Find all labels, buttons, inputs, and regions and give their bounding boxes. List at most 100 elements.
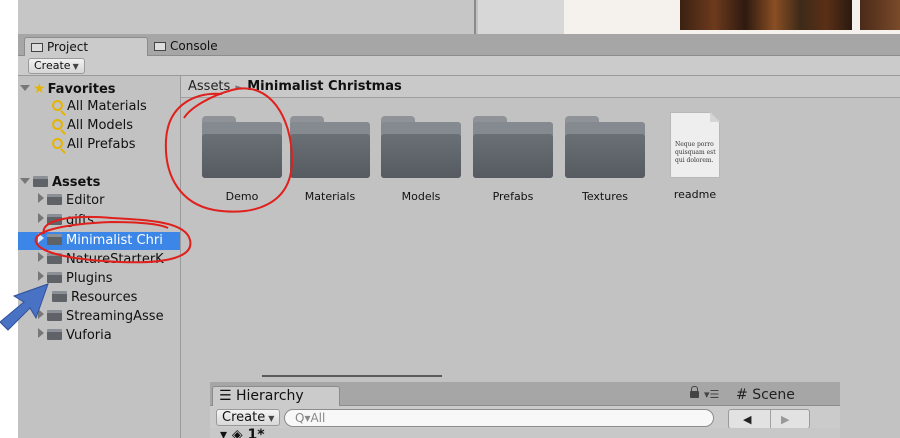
- expand-triangle-icon[interactable]: [20, 85, 30, 91]
- grid-icon: #: [736, 387, 753, 403]
- folder-icon: [202, 116, 282, 178]
- hierarchy-tab-bar: ☰ Hierarchy ▾☰ # Scene: [210, 382, 840, 406]
- favorite-item-label: All Prefabs: [67, 137, 136, 152]
- tree-item-label: NatureStarterK: [66, 252, 164, 267]
- hierarchy-search-input[interactable]: Q▾All: [284, 409, 714, 427]
- tab-project-label: Project: [47, 40, 89, 54]
- tree-item-label: gifts: [66, 213, 95, 228]
- tree-item-minimalist-christmas[interactable]: Minimalist Chri: [18, 232, 180, 250]
- tab-project[interactable]: Project: [24, 37, 148, 56]
- breadcrumb-separator-icon: ►: [235, 83, 243, 93]
- scene-toolbar-left: [18, 0, 476, 34]
- tab-scene-label: Scene: [752, 387, 795, 403]
- panel-divider: [262, 375, 442, 377]
- tree-item-label: Vuforia: [66, 328, 112, 343]
- expand-triangle-icon[interactable]: [38, 309, 44, 319]
- scene-view-strip: [18, 0, 900, 34]
- tree-item-plugins[interactable]: Plugins: [38, 270, 113, 288]
- console-icon: [154, 42, 166, 51]
- tab-scene[interactable]: # Scene: [728, 386, 838, 406]
- unity-icon: ◈: [231, 428, 248, 438]
- folder-icon: [381, 116, 461, 178]
- game-preview: [680, 0, 852, 30]
- asset-folder-demo[interactable]: Demo: [197, 116, 287, 203]
- expand-triangle-icon[interactable]: [38, 213, 44, 223]
- folder-icon: [47, 234, 62, 245]
- favorites-header[interactable]: ★ Favorites: [20, 80, 116, 98]
- hierarchy-scene-row[interactable]: ▾ ◈ 1*: [210, 428, 840, 438]
- expand-triangle-icon[interactable]: [20, 178, 30, 184]
- folder-icon: [31, 43, 43, 52]
- expand-triangle-icon[interactable]: [38, 193, 44, 203]
- folder-icon: [473, 116, 553, 178]
- tab-console-label: Console: [170, 39, 218, 53]
- readme-preview-text: Neque porro quisquam est qui dolorem.: [675, 141, 716, 164]
- scene-toolbar-mid: [478, 0, 564, 34]
- tree-item-vuforia[interactable]: Vuforia: [38, 327, 112, 345]
- folder-icon: [47, 194, 62, 205]
- arrow-left-icon[interactable]: ◀: [743, 413, 751, 426]
- asset-folder-models[interactable]: Models: [376, 116, 466, 203]
- breadcrumb-current: Minimalist Christmas: [247, 79, 402, 94]
- expand-triangle-icon[interactable]: [38, 233, 44, 243]
- tree-item-editor[interactable]: Editor: [38, 192, 104, 210]
- assets-title: Assets: [52, 175, 101, 190]
- expand-triangle-icon[interactable]: [38, 271, 44, 281]
- asset-label: Materials: [304, 190, 356, 203]
- folder-icon: [52, 291, 67, 302]
- asset-file-readme[interactable]: Neque porro quisquam est qui dolorem. re…: [650, 112, 740, 201]
- project-toolbar: Create ▼: [18, 56, 900, 76]
- list-icon: ☰: [219, 388, 237, 404]
- folder-icon: [47, 329, 62, 340]
- hierarchy-create-button[interactable]: Create ▼: [216, 409, 281, 426]
- project-tree: ★ Favorites All Materials All Models All …: [18, 76, 181, 438]
- hierarchy-create-label: Create: [222, 410, 266, 425]
- asset-label: Textures: [582, 190, 628, 203]
- tab-console[interactable]: Console: [148, 37, 248, 56]
- search-icon: [52, 119, 63, 130]
- breadcrumb-root[interactable]: Assets: [188, 79, 230, 94]
- favorite-item[interactable]: All Prefabs: [52, 136, 136, 154]
- asset-folder-prefabs[interactable]: Prefabs: [468, 116, 558, 203]
- arrow-right-icon[interactable]: ▶: [781, 413, 789, 426]
- asset-folder-materials[interactable]: Materials: [285, 116, 375, 203]
- tree-item-naturestarterkit[interactable]: NatureStarterK: [38, 251, 164, 269]
- asset-label: readme: [673, 188, 717, 201]
- asset-label: Models: [401, 190, 441, 203]
- project-tab-bar: Project Console: [18, 34, 900, 56]
- folder-icon: [565, 116, 645, 178]
- document-icon: Neque porro quisquam est qui dolorem.: [670, 112, 720, 178]
- expand-triangle-icon[interactable]: [38, 328, 44, 338]
- folder-icon: [47, 253, 62, 264]
- lock-icon[interactable]: [690, 386, 699, 398]
- asset-folder-textures[interactable]: Textures: [560, 116, 650, 203]
- expand-triangle-icon[interactable]: [38, 252, 44, 262]
- tree-item-label: Plugins: [66, 271, 113, 286]
- search-icon: [52, 100, 63, 111]
- folder-icon: [290, 116, 370, 178]
- create-button[interactable]: Create ▼: [28, 58, 85, 74]
- favorite-item[interactable]: All Materials: [52, 98, 147, 116]
- folder-icon: [47, 214, 62, 225]
- tree-item-streamingassets[interactable]: StreamingAsse: [38, 308, 164, 326]
- assets-header[interactable]: Assets: [20, 174, 100, 192]
- star-icon: ★: [33, 81, 46, 97]
- folder-icon: [47, 310, 62, 321]
- tab-hierarchy-label: Hierarchy: [236, 388, 304, 404]
- favorite-item[interactable]: All Models: [52, 117, 133, 135]
- divider: [770, 410, 771, 428]
- expand-triangle-icon[interactable]: ▾: [220, 428, 232, 438]
- panel-menu-icon[interactable]: ▾☰: [704, 388, 719, 401]
- tree-item-resources[interactable]: Resources: [52, 289, 137, 307]
- tab-hierarchy[interactable]: ☰ Hierarchy: [212, 386, 340, 406]
- asset-label: Demo: [225, 190, 259, 203]
- hierarchy-row-label: 1*: [247, 428, 265, 438]
- breadcrumb: Assets ► Minimalist Christmas: [181, 76, 900, 98]
- favorite-item-label: All Models: [67, 118, 134, 133]
- scene-nav-buttons: ◀ ▶: [728, 409, 810, 429]
- tree-item-label: StreamingAsse: [66, 309, 164, 324]
- tree-item-label: Resources: [71, 290, 138, 305]
- tree-item-label: Minimalist Chri: [66, 233, 163, 248]
- tree-item-gifts[interactable]: gifts: [38, 212, 94, 230]
- search-icon: [52, 138, 63, 149]
